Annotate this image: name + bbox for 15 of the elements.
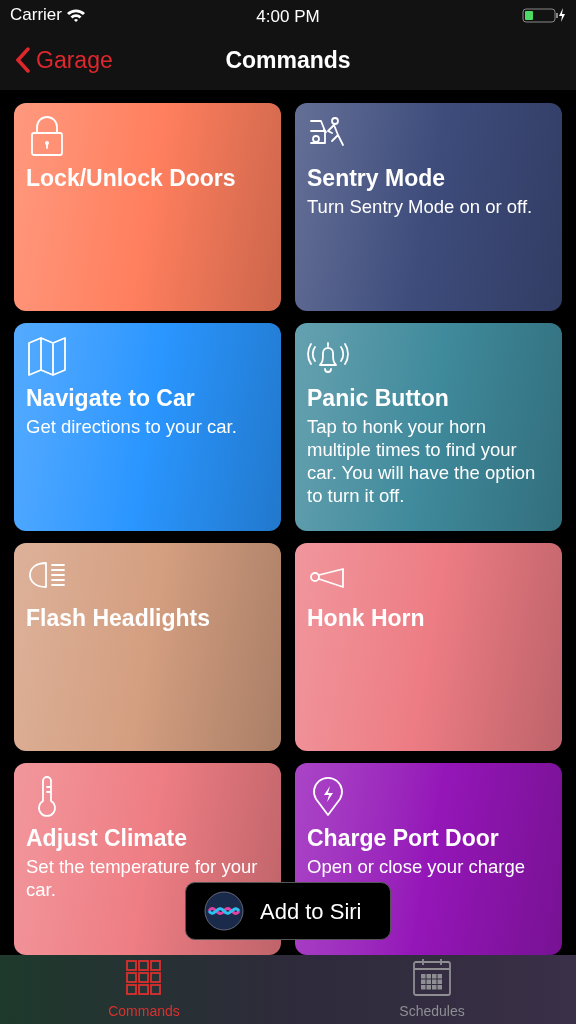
screen-title: Commands xyxy=(225,45,351,75)
command-title: Adjust Climate xyxy=(26,825,188,853)
command-title: Honk Horn xyxy=(307,605,425,633)
command-description: Tap to honk your horn multiple times to find your car. You will have the option to turn it off. xyxy=(307,414,537,507)
command-description: Turn Sentry Mode on or off. xyxy=(307,194,533,218)
carrier-name: Carrier xyxy=(10,4,62,27)
command-description: Get directions to your car. xyxy=(26,414,237,438)
command-title: Navigate to Car xyxy=(26,385,195,413)
command-title: Panic Button xyxy=(307,385,449,413)
command-description: Open or close your charge xyxy=(307,854,525,878)
command-title: Charge Port Door xyxy=(307,825,499,853)
command-title: Sentry Mode xyxy=(307,165,446,193)
command-title: Flash Headlights xyxy=(26,605,211,633)
command-title: Lock/Unlock Doors xyxy=(26,165,236,193)
clock-time: 4:00 PM xyxy=(256,7,320,26)
